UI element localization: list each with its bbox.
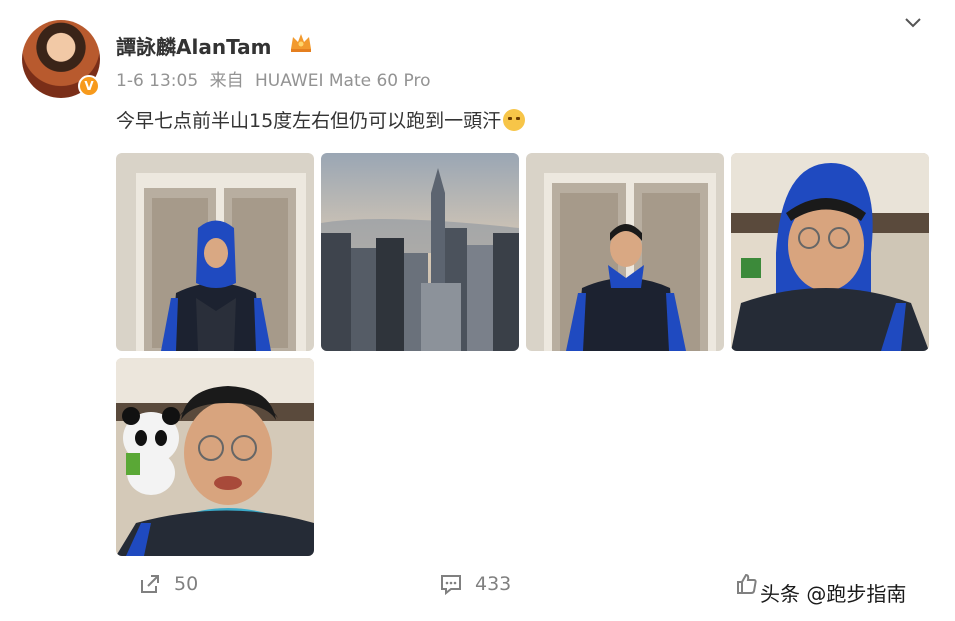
share-action[interactable]: 50 [138, 572, 198, 596]
watermark: 头条 @跑步指南 [760, 582, 907, 606]
photo-1[interactable] [116, 153, 314, 351]
username[interactable]: 譚詠麟AlanTam [116, 31, 271, 60]
photo-selfie-hood [731, 153, 929, 351]
share-icon [141, 575, 159, 593]
comment-action[interactable]: 433 [439, 572, 511, 596]
photo-4[interactable] [731, 153, 929, 351]
post-text: 今早七点前半山15度左右但仍可以跑到一頭汗 [116, 106, 526, 133]
post-meta: 1-6 13:05 来自 HUAWEI Mate 60 Pro [116, 66, 437, 91]
share-count: 50 [174, 573, 199, 595]
photo-man-in-doorway [116, 153, 314, 351]
comment-icon [441, 575, 461, 596]
photo-2[interactable] [321, 153, 519, 351]
thumbs-up-icon [737, 573, 757, 594]
timestamp[interactable]: 1-6 13:05 [116, 71, 198, 91]
post-text-content: 今早七点前半山15度左右但仍可以跑到一頭汗 [116, 110, 502, 132]
source-device: HUAWEI Mate 60 Pro [254, 71, 431, 91]
comment-count: 433 [475, 573, 512, 595]
photo-man-smiling [526, 153, 724, 351]
weibo-post: V 譚詠麟AlanTam 1-6 13:05 来自 HUAWEI Mate 60… [0, 0, 955, 621]
photo-5[interactable] [116, 358, 314, 556]
photo-3[interactable] [526, 153, 724, 351]
source-prefix: 来自 [209, 71, 244, 91]
photo-city-skyline [321, 153, 519, 351]
chevron-down-icon[interactable] [903, 16, 923, 30]
crown-icon [291, 34, 311, 52]
sweat-face-emoji [503, 109, 526, 131]
photo-selfie-panda [116, 358, 314, 556]
verified-badge: V [78, 75, 100, 97]
